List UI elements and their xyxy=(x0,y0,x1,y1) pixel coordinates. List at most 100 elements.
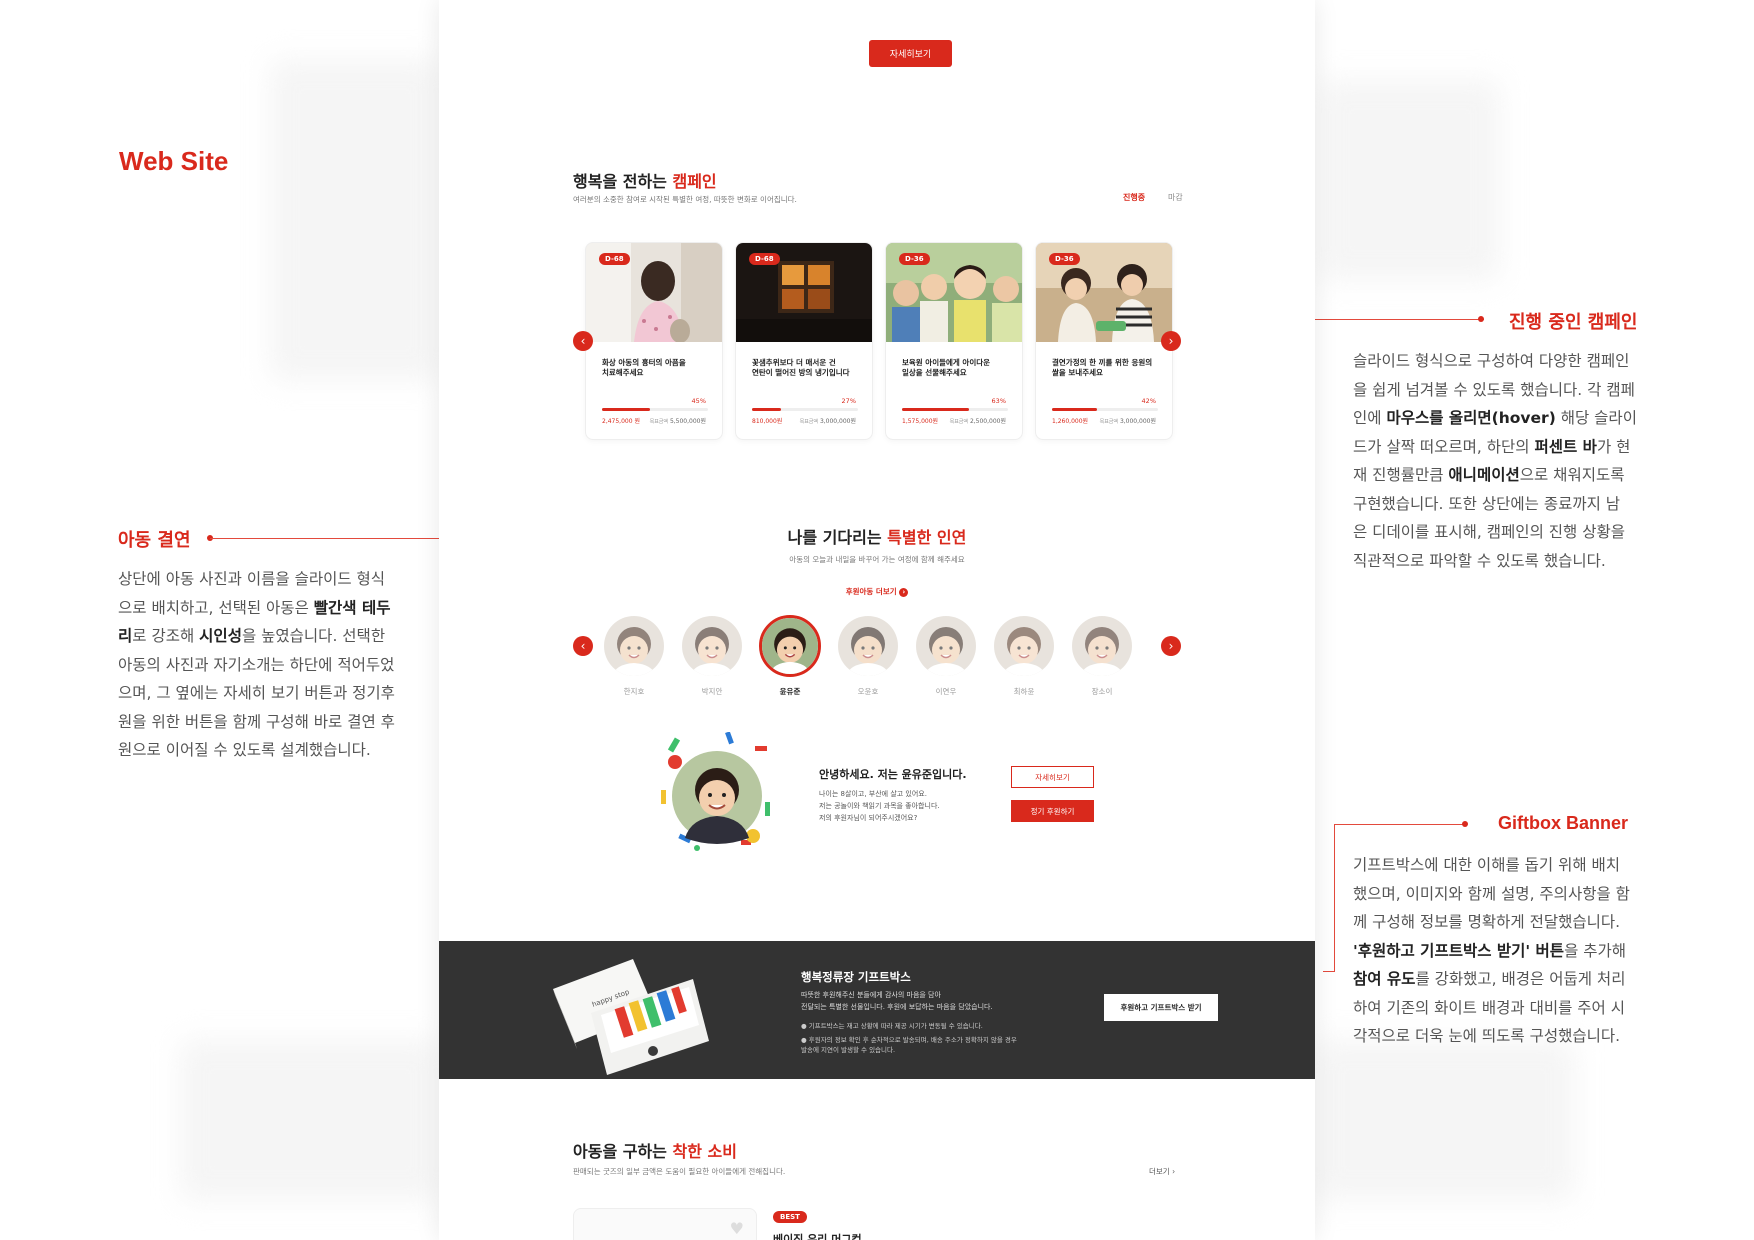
child-name: 박지안 xyxy=(701,687,723,696)
child-avatar[interactable] xyxy=(916,616,976,676)
chevron-right-icon: › xyxy=(1172,1167,1176,1176)
campaign-raised: 1,575,000원 xyxy=(902,418,939,425)
background-blur-bottom-left xyxy=(180,1040,440,1200)
sponsor-section-title: 나를 기다리는 특별한 인연 xyxy=(787,528,967,547)
campaign-progress-fill xyxy=(1052,408,1097,411)
campaign-title: 화상 아동의 흉터의 아픔을 치료해주세요 xyxy=(602,358,686,377)
annotation-connector-line xyxy=(1323,971,1335,972)
giftbox-image: happy stop xyxy=(543,949,713,1075)
annotation-line: 참여 유도를 강화했고, 배경은 어둡게 처리 xyxy=(1353,970,1626,988)
campaign-image: D-36 xyxy=(1036,243,1172,342)
annotation-connector-line xyxy=(1291,319,1484,320)
campaign-image: D-36 xyxy=(886,243,1022,342)
child-intro-text: 나이는 8살이고, 부산에 살고 있어요. 저는 공놀이와 책읽기 과목을 좋아합… xyxy=(819,788,940,824)
campaign-progress-bar xyxy=(602,408,708,411)
child-avatar[interactable] xyxy=(1072,616,1132,676)
giftbox-note: ● 기프트박스는 재고 상황에 따라 제공 시기가 변동될 수 있습니다. xyxy=(801,1022,983,1030)
giftbox-sponsor-button[interactable]: 후원하고 기프트박스 받기 xyxy=(1104,994,1218,1021)
annotation-campaign-body: 슬라이드 형식으로 구성하여 다양한 캠페인 을 쉽게 넘겨볼 수 있도록 했습니… xyxy=(1353,347,1653,575)
campaign-progress-bar xyxy=(902,408,1008,411)
child-avatar[interactable] xyxy=(759,615,821,677)
child-detail-button[interactable]: 자세히보기 xyxy=(1011,766,1094,788)
tab-ongoing[interactable]: 진행중 xyxy=(1123,192,1145,203)
heart-icon[interactable]: ♥ xyxy=(730,1219,744,1238)
plus-circle-icon: › xyxy=(899,587,909,597)
campaign-raised: 1,260,000원 xyxy=(1052,418,1089,425)
campaign-title: 꽃샘추위보다 더 매서운 건 연탄이 떨어진 방의 냉기입니다 xyxy=(752,358,850,377)
child-name: 윤유준 xyxy=(779,687,801,696)
annotation-line: 원을 위한 버튼을 함께 구성해 바로 결연 후 xyxy=(118,712,395,731)
annotation-giftbox-title: Giftbox Banner xyxy=(1498,813,1629,833)
annotation-line: 으로 배치하고, 선택된 아동은 빨간색 테두 xyxy=(118,598,391,617)
campaign-progress-fill xyxy=(902,408,969,411)
campaign-goal: 목표금액 2,500,000원 xyxy=(949,418,1006,425)
child-name: 장소이 xyxy=(1091,687,1113,696)
campaign-card[interactable]: D-68 꽃샘추위보다 더 매서운 건 연탄이 떨어진 방의 냉기입니다 27%… xyxy=(735,242,873,440)
annotation-dot xyxy=(1462,821,1468,827)
annotation-line: 구현했습니다. 또한 상단에는 종료까지 남 xyxy=(1353,494,1621,513)
dday-badge: D-68 xyxy=(599,253,630,265)
annotation-line: 께 구성해 정보를 명확하게 전달했습니다. xyxy=(1353,913,1621,931)
more-children-link[interactable]: 후원아동 더보기 › xyxy=(439,586,1315,597)
annotation-line: 상단에 아동 사진과 이름을 슬라이드 형식 xyxy=(118,570,386,588)
campaign-title: 결연가정의 한 끼를 위한 응원의 쌀을 보내주세요 xyxy=(1052,358,1153,377)
campaign-progress-fill xyxy=(602,408,650,411)
child-intro-line: 나이는 8살이고, 부산에 살고 있어요. xyxy=(819,790,927,798)
chevron-right-icon: › xyxy=(1168,639,1174,653)
child-avatar[interactable] xyxy=(604,616,664,676)
campaign-card[interactable]: D-68 화상 아동의 흉터의 아픔을 치료해주세요 45% 2,475,000… xyxy=(585,242,723,440)
child-name: 최하윤 xyxy=(1013,687,1035,696)
campaign-card[interactable]: D-36 결연가정의 한 끼를 위한 응원의 쌀을 보내주세요 42% 1,26… xyxy=(1035,242,1173,440)
giftbox-description: 따뜻한 후원해주신 분들에게 감사의 마음을 담아 전달되는 특별한 선물입니다.… xyxy=(801,989,993,1013)
background-blur-left xyxy=(270,60,440,380)
annotation-line: 하여 기존의 화이트 배경과 대비를 주어 시 xyxy=(1353,998,1625,1017)
child-avatar[interactable] xyxy=(838,616,898,676)
child-name: 오윤호 xyxy=(857,687,879,696)
annotation-line: 원으로 이어질 수 있도록 설계했습니다. xyxy=(118,741,371,759)
annotation-line: 기프트박스에 대한 이해를 돕기 위해 배치 xyxy=(1353,856,1621,874)
annotation-line: '후원하고 기프트박스 받기' 버튼을 추가해 xyxy=(1353,941,1627,960)
campaign-progress-fill xyxy=(752,408,781,411)
giftbox-desc-line: 따뜻한 후원해주신 분들에게 감사의 마음을 담아 xyxy=(801,991,941,999)
annotation-giftbox-body: 기프트박스에 대한 이해를 돕기 위해 배치했으며, 이미지와 함께 설명, 주… xyxy=(1353,851,1653,1051)
annotation-line: 리로 강조해 시인성을 높였습니다. 선택한 xyxy=(118,627,386,645)
annotation-line: 했으며, 이미지와 함께 설명, 주의사항을 함 xyxy=(1353,884,1630,903)
giftbox-title: 행복정류장 기프트박스 xyxy=(801,970,911,984)
annotation-line: 으며, 그 옆에는 자세히 보기 버튼과 정기후 xyxy=(118,684,395,702)
campaign-percent: 27% xyxy=(841,397,856,405)
campaign-progress-bar xyxy=(1052,408,1158,411)
campaign-prev-button[interactable]: ‹ xyxy=(573,331,593,351)
campaign-percent: 45% xyxy=(691,397,706,405)
child-intro-line: 저의 후원자님이 되어주시겠어요? xyxy=(819,814,918,822)
dday-badge: D-36 xyxy=(899,253,930,265)
campaign-goal: 목표금액 5,500,000원 xyxy=(649,418,706,425)
campaign-image: D-68 xyxy=(586,243,722,343)
child-intro-line: 저는 공놀이와 책읽기 과목을 좋아합니다. xyxy=(819,802,940,810)
dday-badge: D-36 xyxy=(1049,253,1080,265)
campaign-image: D-68 xyxy=(736,243,872,342)
annotation-line: 은 디데이를 표시해, 캠페인의 진행 상황을 xyxy=(1353,523,1625,541)
shop-more-link[interactable]: 더보기 › xyxy=(1149,1166,1175,1177)
shop-section-subtitle: 판매되는 굿즈의 일부 금액은 도움이 필요한 아이들에게 전해집니다. xyxy=(573,1167,786,1176)
annotation-site-title: Web Site xyxy=(119,146,229,176)
giftbox-note: ● 후원자의 정보 확인 후 순차적으로 발송되며, 배송 주소가 정확하지 않… xyxy=(801,1036,1017,1054)
annotation-dot xyxy=(1478,316,1484,322)
children-next-button[interactable]: › xyxy=(1161,636,1181,656)
tab-closed[interactable]: 마감 xyxy=(1168,192,1183,203)
best-badge: BEST xyxy=(773,1211,807,1223)
background-blur-bottom-right xyxy=(1315,1040,1575,1200)
child-avatar[interactable] xyxy=(682,616,742,676)
campaign-next-button[interactable]: › xyxy=(1161,331,1181,351)
product-image-card[interactable]: ♥ xyxy=(573,1208,757,1240)
campaign-percent: 42% xyxy=(1141,397,1156,405)
campaign-card[interactable]: D-36 보육원 아이들에게 아이다운 일상을 선물해주세요 63% 1,575… xyxy=(885,242,1023,440)
regular-sponsor-button[interactable]: 정기 후원하기 xyxy=(1011,800,1094,822)
sponsor-section-subtitle: 아동의 오늘과 내일을 바꾸어 가는 여정에 함께 해주세요 xyxy=(789,555,965,564)
child-name: 이연우 xyxy=(935,687,957,696)
background-blur-right xyxy=(1320,80,1500,280)
annotation-line: 아동의 사진과 자기소개는 하단에 적어두었 xyxy=(118,655,395,674)
child-avatar[interactable] xyxy=(994,616,1054,676)
top-detail-button[interactable]: 자세히보기 xyxy=(869,40,952,67)
giftbox-banner: happy stop 행복정류장 기프트박스 따뜻한 후원해주신 분들에게 감사… xyxy=(439,941,1315,1079)
children-prev-button[interactable]: ‹ xyxy=(573,636,593,656)
